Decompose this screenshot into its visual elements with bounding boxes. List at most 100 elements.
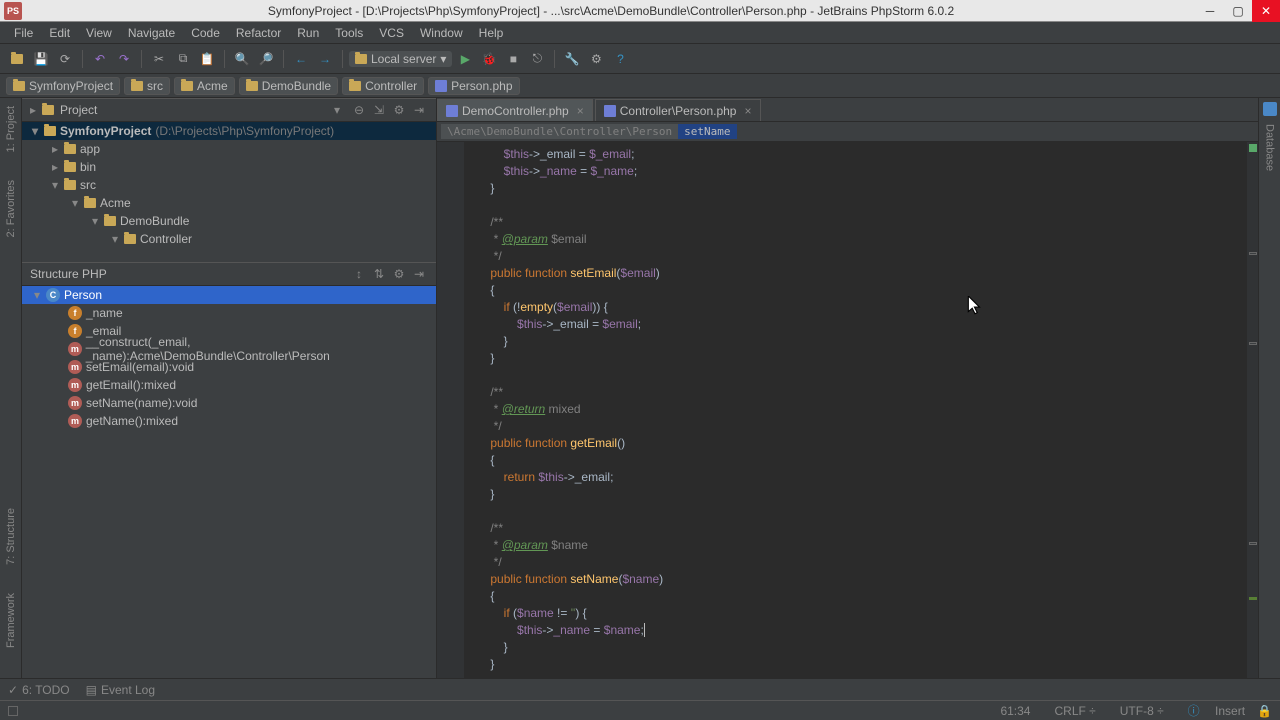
tool-database-tab[interactable]: Database bbox=[1264, 120, 1276, 175]
project-tree[interactable]: ▾ SymfonyProject (D:\Projects\Php\Symfon… bbox=[22, 122, 436, 262]
path-segment[interactable]: \Acme\DemoBundle\Controller\Person bbox=[441, 124, 678, 139]
back-icon[interactable]: ← bbox=[290, 48, 312, 70]
expand-icon[interactable]: ▸ bbox=[30, 103, 36, 117]
menu-help[interactable]: Help bbox=[471, 24, 512, 42]
structure-member[interactable]: m__construct(_email, _name):Acme\DemoBun… bbox=[22, 340, 436, 358]
gear-icon[interactable]: ⚙ bbox=[390, 265, 408, 283]
save-icon[interactable]: 💾 bbox=[30, 48, 52, 70]
structure-member[interactable]: mgetEmail():mixed bbox=[22, 376, 436, 394]
editor-tab[interactable]: Controller\Person.php× bbox=[595, 99, 761, 121]
copy-icon[interactable]: ⧉ bbox=[172, 48, 194, 70]
structure-member[interactable]: msetName(name):void bbox=[22, 394, 436, 412]
tree-folder[interactable]: ▸ bin bbox=[22, 158, 436, 176]
editor-tab[interactable]: DemoController.php× bbox=[437, 99, 593, 121]
hide-icon[interactable]: ⇥ bbox=[410, 101, 428, 119]
menu-tools[interactable]: Tools bbox=[327, 24, 371, 42]
statusbar: 61:34 CRLF ÷ UTF-8 ÷ ⓘ Insert 🔒 bbox=[0, 700, 1280, 720]
tree-folder[interactable]: ▾ Controller bbox=[22, 230, 436, 248]
find-icon[interactable]: 🔍 bbox=[231, 48, 253, 70]
tool-favorites-tab[interactable]: 2: Favorites bbox=[5, 176, 17, 241]
tool-project-tab[interactable]: 1: Project bbox=[5, 102, 17, 156]
attach-icon[interactable]: ⎋ bbox=[526, 48, 548, 70]
method-icon: m bbox=[68, 414, 82, 428]
stripe-mark bbox=[1249, 342, 1257, 345]
tree-folder[interactable]: ▾ Acme bbox=[22, 194, 436, 212]
close-tab-icon[interactable]: × bbox=[577, 104, 584, 118]
structure-member[interactable]: f_name bbox=[22, 304, 436, 322]
help-icon[interactable]: ? bbox=[609, 48, 631, 70]
database-icon[interactable] bbox=[1263, 102, 1277, 116]
tool-framework-tab[interactable]: Framework bbox=[5, 589, 17, 652]
filter-icon[interactable]: ⇅ bbox=[370, 265, 388, 283]
menu-refactor[interactable]: Refactor bbox=[228, 24, 289, 42]
maximize-button[interactable]: ▢ bbox=[1224, 0, 1252, 22]
stop-icon[interactable]: ■ bbox=[502, 48, 524, 70]
breadcrumb-item[interactable]: Person.php bbox=[428, 77, 519, 95]
breadcrumb-item[interactable]: src bbox=[124, 77, 170, 95]
todo-tab[interactable]: ✓ 6: TODO bbox=[8, 683, 70, 697]
menu-view[interactable]: View bbox=[78, 24, 120, 42]
project-panel-header: ▸ Project ▾ ⊖ ⇲ ⚙ ⇥ bbox=[22, 98, 436, 122]
sort-icon[interactable]: ↕ bbox=[350, 265, 368, 283]
insert-mode: ⓘ Insert bbox=[1176, 702, 1245, 719]
error-stripe[interactable] bbox=[1246, 142, 1258, 678]
code-content[interactable]: $this->_email = $_email; $this->_name = … bbox=[465, 142, 1246, 678]
breadcrumb-item[interactable]: SymfonyProject bbox=[6, 77, 120, 95]
breadcrumb-item[interactable]: DemoBundle bbox=[239, 77, 338, 95]
minimize-button[interactable]: ─ bbox=[1196, 0, 1224, 22]
redo-icon[interactable]: ↷ bbox=[113, 48, 135, 70]
tree-folder[interactable]: ▾ DemoBundle bbox=[22, 212, 436, 230]
run-config-selector[interactable]: Local server ▾ bbox=[349, 51, 452, 67]
menu-navigate[interactable]: Navigate bbox=[120, 24, 183, 42]
close-button[interactable]: ✕ bbox=[1252, 0, 1280, 22]
gear-icon[interactable]: ⚙ bbox=[390, 101, 408, 119]
tree-folder[interactable]: ▾ src bbox=[22, 176, 436, 194]
settings-icon[interactable]: ⚙ bbox=[585, 48, 607, 70]
project-root[interactable]: ▾ SymfonyProject (D:\Projects\Php\Symfon… bbox=[22, 122, 436, 140]
undo-icon[interactable]: ↶ bbox=[89, 48, 111, 70]
status-indicator[interactable] bbox=[8, 706, 18, 716]
open-icon[interactable] bbox=[6, 48, 28, 70]
menu-edit[interactable]: Edit bbox=[41, 24, 78, 42]
tools-icon[interactable]: 🔧 bbox=[561, 48, 583, 70]
structure-member[interactable]: mgetName():mixed bbox=[22, 412, 436, 430]
tree-folder[interactable]: ▸ app bbox=[22, 140, 436, 158]
method-icon: m bbox=[68, 342, 82, 356]
left-tool-gutter: 1: Project 2: Favorites 7: Structure Fra… bbox=[0, 98, 22, 678]
event-log-tab[interactable]: ▤ Event Log bbox=[86, 683, 155, 697]
menu-code[interactable]: Code bbox=[183, 24, 228, 42]
close-tab-icon[interactable]: × bbox=[744, 104, 751, 118]
file-icon bbox=[446, 105, 458, 117]
run-icon[interactable]: ▶ bbox=[454, 48, 476, 70]
menu-run[interactable]: Run bbox=[289, 24, 327, 42]
method-icon: m bbox=[68, 378, 82, 392]
expand-all-icon[interactable]: ⇲ bbox=[370, 101, 388, 119]
structure-tree[interactable]: ▾ C Person f_namef_emailm__construct(_em… bbox=[22, 286, 436, 678]
replace-icon[interactable]: 🔎 bbox=[255, 48, 277, 70]
breadcrumb-item[interactable]: Controller bbox=[342, 77, 424, 95]
path-segment-method[interactable]: setName bbox=[678, 124, 736, 139]
sync-icon[interactable]: ⟳ bbox=[54, 48, 76, 70]
status-ok-mark bbox=[1249, 144, 1257, 152]
app-icon: PS bbox=[4, 2, 22, 20]
tool-structure-tab[interactable]: 7: Structure bbox=[5, 504, 17, 569]
debug-icon[interactable]: 🐞 bbox=[478, 48, 500, 70]
menu-file[interactable]: File bbox=[6, 24, 41, 42]
cut-icon[interactable]: ✂ bbox=[148, 48, 170, 70]
menubar: FileEditViewNavigateCodeRefactorRunTools… bbox=[0, 22, 1280, 44]
chevron-down-icon[interactable]: ▾ bbox=[334, 103, 340, 117]
lock-icon[interactable]: 🔒 bbox=[1257, 704, 1272, 718]
encoding[interactable]: UTF-8 ÷ bbox=[1108, 704, 1164, 718]
breadcrumb-item[interactable]: Acme bbox=[174, 77, 235, 95]
collapse-icon[interactable]: ⊖ bbox=[350, 101, 368, 119]
folder-icon bbox=[42, 105, 54, 115]
structure-class-row[interactable]: ▾ C Person bbox=[22, 286, 436, 304]
paste-icon[interactable]: 📋 bbox=[196, 48, 218, 70]
forward-icon[interactable]: → bbox=[314, 48, 336, 70]
folder-icon bbox=[355, 54, 367, 64]
hide-icon[interactable]: ⇥ bbox=[410, 265, 428, 283]
line-separator[interactable]: CRLF ÷ bbox=[1042, 704, 1095, 718]
folder-icon bbox=[124, 234, 136, 244]
menu-window[interactable]: Window bbox=[412, 24, 471, 42]
menu-vcs[interactable]: VCS bbox=[371, 24, 412, 42]
